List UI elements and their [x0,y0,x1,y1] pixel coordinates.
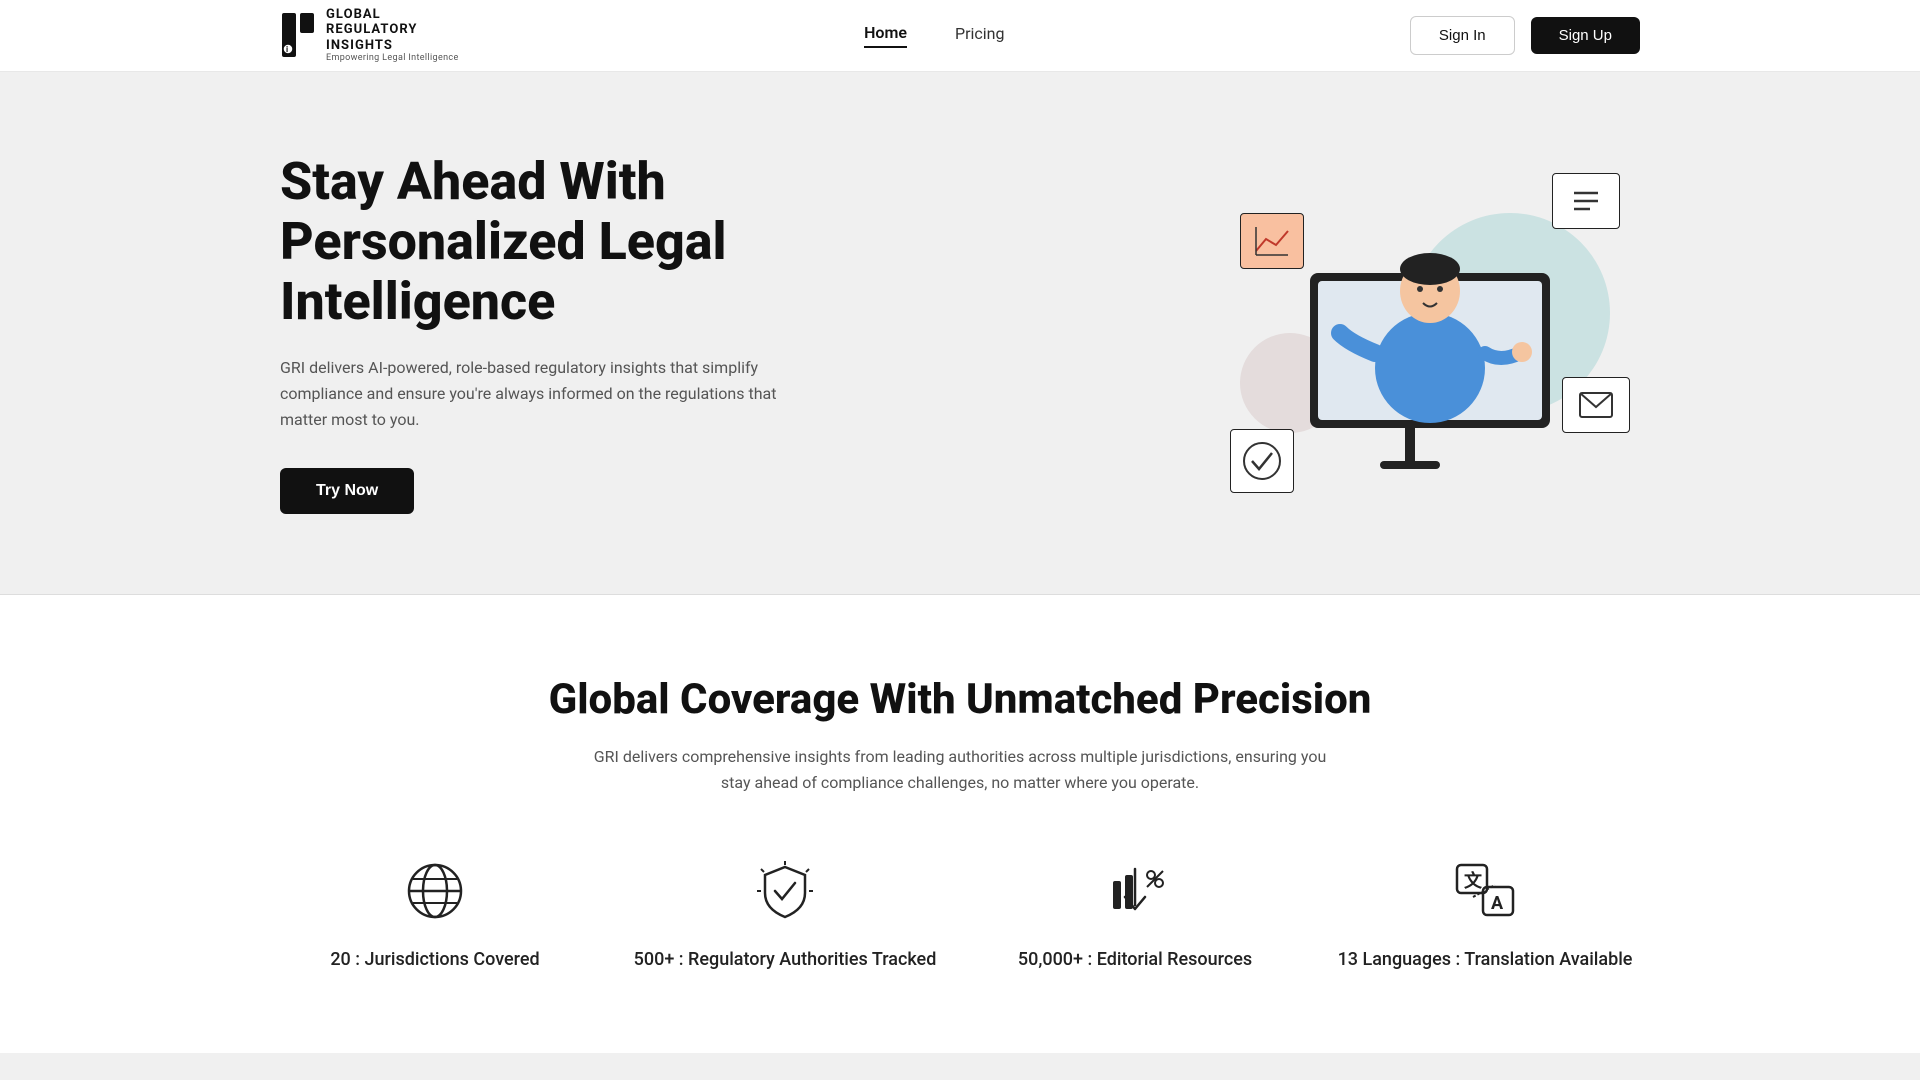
stat-jurisdictions-label: 20 : Jurisdictions Covered [330,947,539,972]
stats-title: Global Coverage With Unmatched Precision [280,675,1640,724]
stat-editorial-label: 50,000+ : Editorial Resources [1018,947,1252,972]
hero-title: Stay Ahead With Personalized Legal Intel… [280,152,920,331]
hero-description: GRI delivers AI-powered, role-based regu… [280,355,800,432]
logo-name-line2: REGULATORY [326,22,459,38]
signup-button[interactable]: Sign Up [1531,17,1640,54]
hero-section: Stay Ahead With Personalized Legal Intel… [0,72,1920,595]
illustration-mail-card [1562,377,1630,433]
stats-description: GRI delivers comprehensive insights from… [580,744,1340,795]
signin-button[interactable]: Sign In [1410,16,1515,55]
shield-check-icon [749,855,821,927]
logo[interactable]: i GLOBAL REGULATORY INSIGHTS Empowering … [280,7,459,65]
svg-text:i: i [286,45,288,54]
stats-header: Global Coverage With Unmatched Precision… [280,675,1640,795]
navbar: i GLOBAL REGULATORY INSIGHTS Empowering … [0,0,1920,72]
logo-name-line3: INSIGHTS [326,38,459,54]
stat-authorities: 500+ : Regulatory Authorities Tracked [630,855,940,972]
nav-link-home[interactable]: Home [864,23,907,48]
logo-icon: i [280,11,316,59]
try-now-button[interactable]: Try Now [280,468,414,514]
stat-authorities-label: 500+ : Regulatory Authorities Tracked [634,947,937,972]
illustration-person-monitor [1290,213,1570,513]
hero-illustration [1220,153,1640,513]
stat-jurisdictions: 20 : Jurisdictions Covered [280,855,590,972]
stat-editorial: 50,000+ : Editorial Resources [980,855,1290,972]
stat-languages: 文 A 13 Languages : Translation Available [1330,855,1640,972]
svg-text:A: A [1491,893,1504,914]
stat-languages-label: 13 Languages : Translation Available [1338,947,1633,972]
stats-section: Global Coverage With Unmatched Precision… [0,595,1920,1052]
logo-tagline: Empowering Legal Intelligence [326,53,459,64]
percent-down-icon [1099,855,1171,927]
hero-content: Stay Ahead With Personalized Legal Intel… [280,152,920,514]
stats-grid: 20 : Jurisdictions Covered 500+ : Regula… [280,855,1640,972]
translate-icon: 文 A [1449,855,1521,927]
svg-text:文: 文 [1464,870,1483,892]
nav-actions: Sign In Sign Up [1410,16,1640,55]
nav-link-pricing[interactable]: Pricing [955,24,1005,47]
nav-links: Home Pricing [864,23,1004,48]
logo-text: GLOBAL REGULATORY INSIGHTS Empowering Le… [326,7,459,65]
logo-name-line1: GLOBAL [326,7,459,23]
globe-icon [399,855,471,927]
illustration-check-card [1230,429,1294,493]
